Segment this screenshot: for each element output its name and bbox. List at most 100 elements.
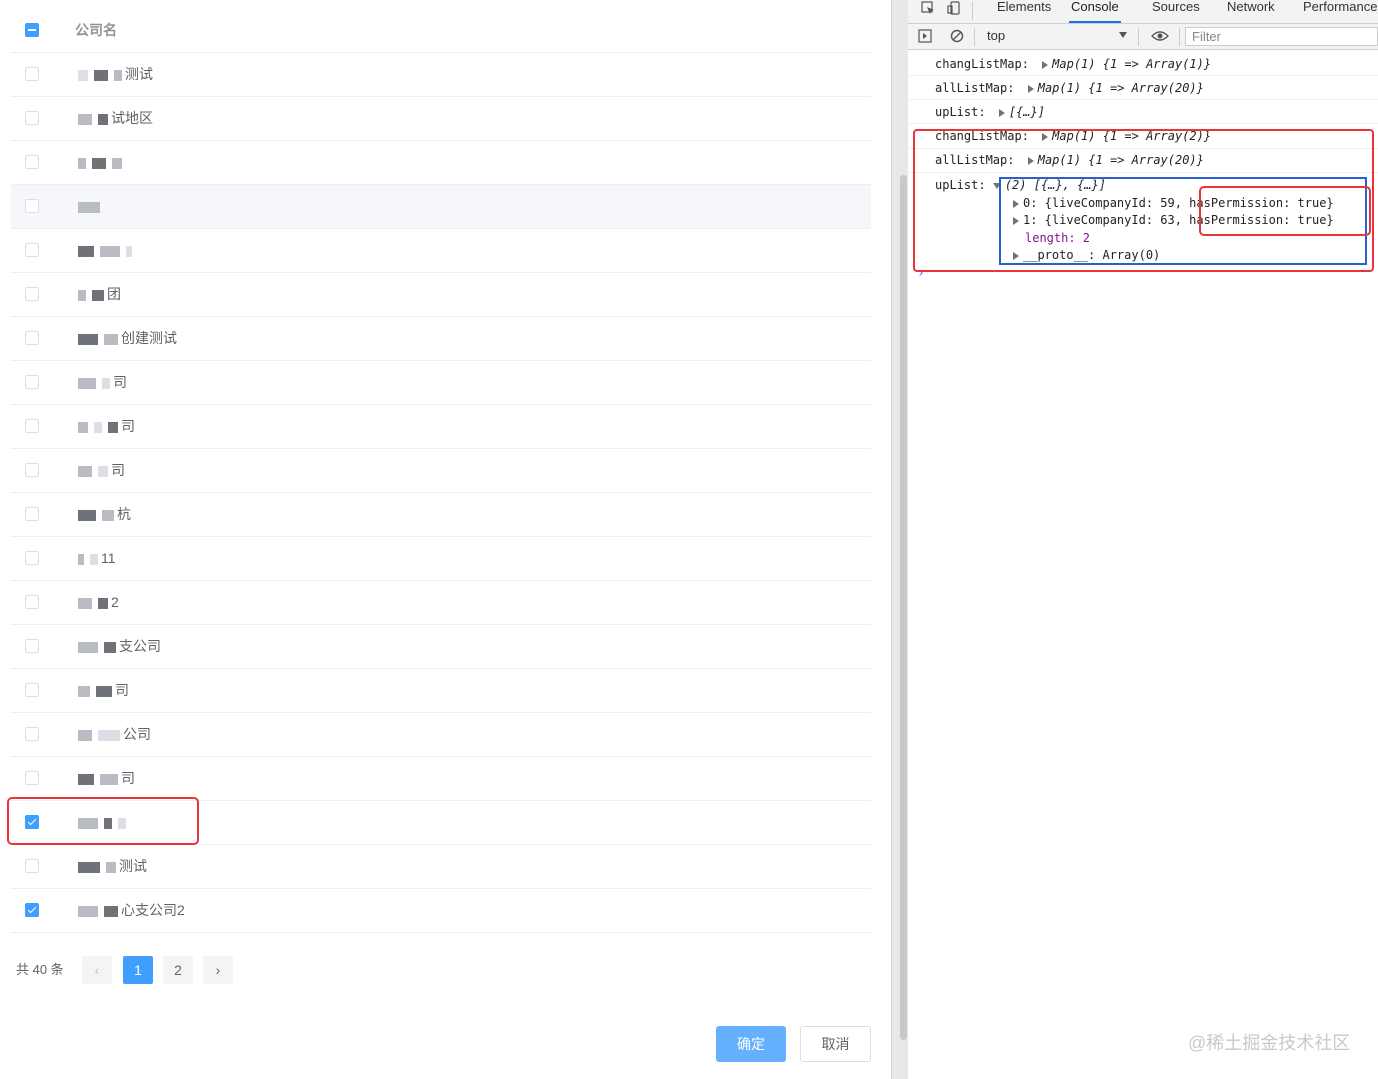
row-checkbox[interactable]	[25, 595, 39, 609]
redacted-text	[75, 462, 111, 478]
row-checkbox[interactable]	[25, 67, 39, 81]
sidebar-toggle-icon[interactable]	[918, 29, 932, 43]
filter-input[interactable]: Filter	[1185, 27, 1378, 46]
table-row[interactable]: 团	[11, 273, 871, 317]
row-checkbox[interactable]	[25, 507, 39, 521]
table-row[interactable]: 试地区	[11, 97, 871, 141]
company-name-cell: 11	[75, 537, 116, 580]
row-checkbox[interactable]	[25, 903, 39, 917]
company-select-panel: 公司名 测试 试地区团创建测试司司司杭 11 2 支公司司公司司测试 心支公司2 共 40 …	[0, 0, 891, 1079]
company-name-label: 支公司	[119, 638, 161, 654]
watermark: @稀土掘金技术社区	[1188, 1033, 1351, 1053]
row-checkbox[interactable]	[25, 287, 39, 301]
row-checkbox[interactable]	[25, 683, 39, 697]
page-1-button[interactable]: 1	[123, 956, 153, 984]
clear-console-icon[interactable]	[950, 29, 964, 43]
row-checkbox[interactable]	[25, 155, 39, 169]
tab-console[interactable]: Console	[1069, 0, 1121, 23]
table-row[interactable]: 司	[11, 757, 871, 801]
device-toolbar-icon[interactable]	[947, 1, 961, 15]
company-name-cell: 司	[75, 757, 135, 800]
chevron-down-icon[interactable]	[1119, 32, 1127, 38]
next-page-button[interactable]: ›	[203, 956, 233, 984]
company-name-label: 司	[111, 462, 125, 478]
redacted-text	[75, 770, 121, 786]
page-2-button[interactable]: 2	[163, 956, 193, 984]
row-checkbox[interactable]	[25, 463, 39, 477]
company-name-label: 2	[111, 594, 119, 610]
log-key: allListMap:	[935, 81, 1015, 95]
row-checkbox[interactable]	[25, 199, 39, 213]
company-name-label: 杭	[117, 506, 131, 522]
table-row[interactable]: 司	[11, 449, 871, 493]
tab-elements[interactable]: Elements	[997, 0, 1051, 17]
redacted-text	[75, 506, 117, 522]
expand-triangle-icon[interactable]	[1027, 84, 1034, 93]
table-row[interactable]: 司	[11, 405, 871, 449]
context-selector[interactable]: top	[987, 28, 1005, 43]
company-name-cell: 试地区	[75, 97, 153, 140]
expand-triangle-icon[interactable]	[998, 108, 1005, 117]
company-name-cell	[75, 229, 135, 272]
redacted-text	[75, 726, 123, 742]
pagination-total: 共 40 条	[16, 962, 64, 977]
row-checkbox[interactable]	[25, 859, 39, 873]
row-checkbox[interactable]	[25, 111, 39, 125]
company-name-label: 试地区	[111, 110, 153, 126]
console-toolbar: top Filter	[908, 24, 1378, 50]
table-row[interactable]: 创建测试	[11, 317, 871, 361]
table-row[interactable]: 测试	[11, 845, 871, 889]
company-name-label: 测试	[119, 858, 147, 874]
eye-icon[interactable]	[1151, 29, 1169, 43]
table-row[interactable]: 杭	[11, 493, 871, 537]
tab-performance[interactable]: Performance	[1303, 0, 1377, 17]
table-row[interactable]	[11, 229, 871, 273]
row-checkbox[interactable]	[25, 771, 39, 785]
row-checkbox[interactable]	[25, 419, 39, 433]
confirm-button[interactable]: 确定	[716, 1026, 786, 1062]
table-row[interactable]	[11, 141, 871, 185]
company-name-label: 创建测试	[121, 330, 177, 346]
company-name-label: 司	[121, 418, 135, 434]
redacted-text	[75, 330, 121, 346]
toolbar-separator	[972, 2, 973, 20]
console-log-line: changListMap: Map(1) {1 => Array(1)}	[908, 52, 1378, 76]
tab-sources[interactable]: Sources	[1152, 0, 1200, 17]
table-row[interactable]: 司	[11, 669, 871, 713]
redacted-text	[75, 858, 119, 874]
table-row[interactable]: 心支公司2	[11, 889, 871, 933]
redacted-text	[75, 66, 125, 82]
row-checkbox[interactable]	[25, 639, 39, 653]
log-value[interactable]: Map(1) {1 => Array(20)}	[1038, 81, 1204, 95]
cancel-button[interactable]: 取消	[800, 1026, 871, 1062]
table-row[interactable]: 支公司	[11, 625, 871, 669]
table-row[interactable]	[11, 185, 871, 229]
row-checkbox[interactable]	[25, 243, 39, 257]
table-row[interactable]: 测试	[11, 53, 871, 97]
expand-triangle-icon[interactable]	[1042, 60, 1049, 69]
table-row[interactable]: 2	[11, 581, 871, 625]
row-checkbox[interactable]	[25, 551, 39, 565]
toolbar-separator	[974, 28, 975, 46]
scrollbar-thumb[interactable]	[900, 175, 907, 1040]
company-name-cell: 测试	[75, 845, 147, 888]
highlight-box-haspermission	[1199, 186, 1371, 236]
company-name-label: 心支公司2	[121, 902, 185, 918]
prev-page-button[interactable]: ‹	[82, 956, 112, 984]
table-row[interactable]: 11	[11, 537, 871, 581]
company-name-cell: 司	[75, 449, 125, 492]
select-all-checkbox[interactable]	[25, 23, 39, 37]
log-value[interactable]: Map(1) {1 => Array(1)}	[1052, 57, 1211, 71]
tab-network[interactable]: Network	[1227, 0, 1275, 17]
inspect-element-icon[interactable]	[921, 1, 935, 15]
row-checkbox[interactable]	[25, 375, 39, 389]
row-checkbox[interactable]	[25, 331, 39, 345]
table-row[interactable]: 公司	[11, 713, 871, 757]
log-value[interactable]: [{…}]	[1009, 105, 1045, 119]
table-row[interactable]: 司	[11, 361, 871, 405]
panel-splitter[interactable]	[891, 0, 908, 1079]
redacted-text	[75, 286, 107, 302]
redacted-text	[75, 902, 121, 918]
row-checkbox[interactable]	[25, 727, 39, 741]
company-name-cell: 2	[75, 581, 119, 624]
